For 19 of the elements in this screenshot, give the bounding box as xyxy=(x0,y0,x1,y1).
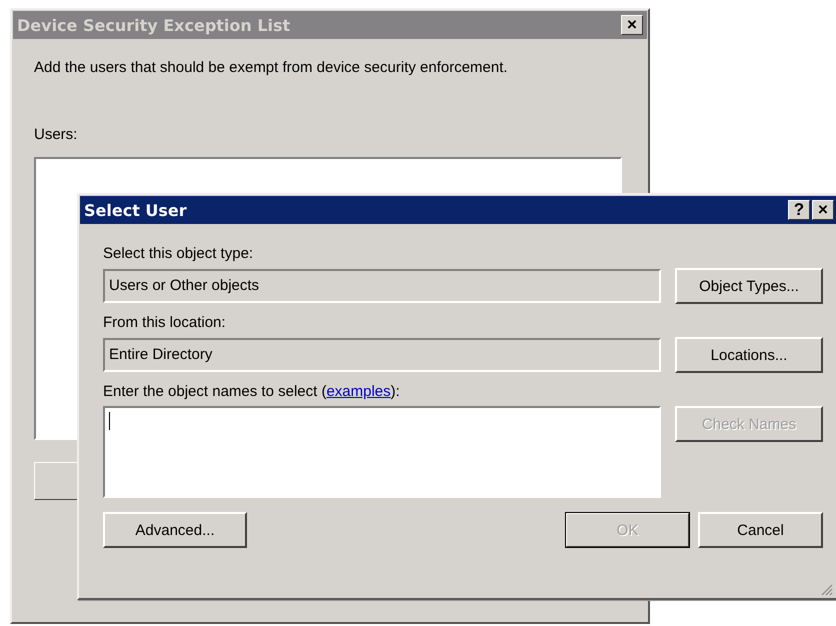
users-label: Users: xyxy=(34,126,78,143)
examples-link[interactable]: examples xyxy=(326,383,391,400)
resize-grip-icon xyxy=(819,582,833,596)
object-type-field: Users or Other objects xyxy=(103,269,661,303)
location-label: From this location: xyxy=(103,314,227,331)
close-button[interactable]: × xyxy=(812,200,834,220)
close-button[interactable]: × xyxy=(621,15,643,35)
location-field: Entire Directory xyxy=(103,338,661,372)
advanced-button[interactable]: Advanced... xyxy=(103,512,247,548)
window-title: Device Security Exception List xyxy=(17,16,290,34)
cancel-button[interactable]: Cancel xyxy=(698,512,823,548)
object-types-button[interactable]: Object Types... xyxy=(675,268,823,304)
description-text: Add the users that should be exempt from device security enforcement. xyxy=(34,59,509,76)
object-type-label: Select this object type: xyxy=(103,245,254,262)
locations-button[interactable]: Locations... xyxy=(675,337,823,373)
window-title: Select User xyxy=(84,200,187,220)
help-button[interactable]: ? xyxy=(788,200,810,220)
object-names-label: Enter the object names to select (examples): xyxy=(103,383,401,400)
object-names-field[interactable] xyxy=(103,406,661,498)
